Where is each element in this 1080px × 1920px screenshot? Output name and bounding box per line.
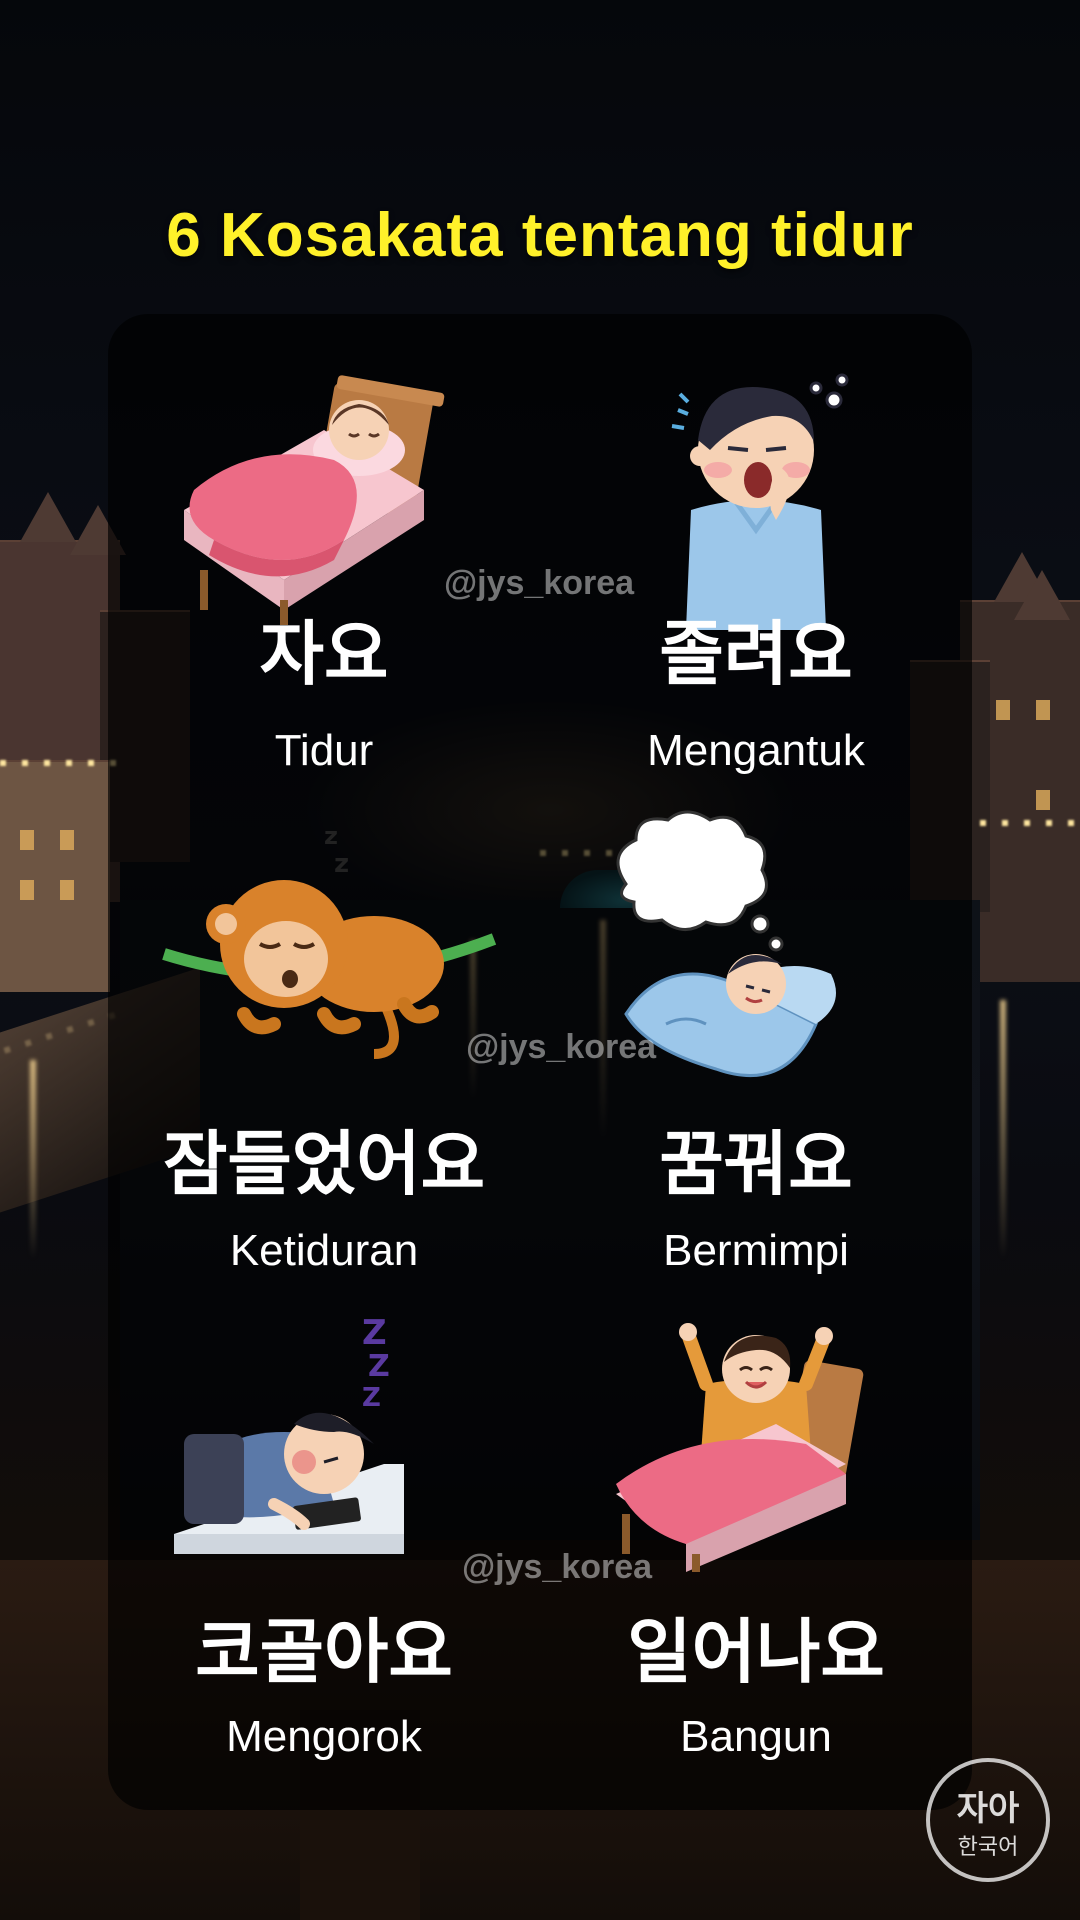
indonesian-meaning: Tidur: [274, 726, 374, 775]
korean-word: 자요: [259, 613, 389, 695]
korean-word: 꿈꿔요: [659, 1123, 853, 1205]
svg-text:z: z: [324, 822, 338, 850]
page-title: 6 Kosakata tentang tidur: [166, 201, 914, 270]
indonesian-meaning: Ketiduran: [229, 1226, 419, 1275]
svg-text:Z: Z: [362, 1313, 387, 1353]
indonesian-meaning: Bangun: [680, 1712, 832, 1761]
svg-text:한국어: 한국어: [958, 1835, 1019, 1860]
indonesian-meaning: Mengantuk: [647, 726, 865, 775]
korean-word: 잠들었어요: [163, 1123, 485, 1205]
korean-word: 코골아요: [195, 1611, 453, 1693]
brand-logo: 자아 한국어: [926, 1758, 1050, 1882]
watermark: @jys_korea: [466, 1028, 657, 1066]
svg-text:Z: Z: [362, 1383, 381, 1413]
svg-text:z: z: [334, 849, 349, 879]
svg-text:자아: 자아: [957, 1789, 1020, 1829]
korean-word: 일어나요: [627, 1611, 885, 1693]
korean-word: 졸려요: [659, 613, 853, 695]
watermark: @jys_korea: [462, 1548, 653, 1586]
waking-up-icon: [540, 1314, 972, 1574]
indonesian-meaning: Mengorok: [226, 1712, 422, 1761]
snoring-at-desk-icon: Z Z Z: [108, 1313, 540, 1574]
watermark: @jys_korea: [444, 564, 635, 602]
indonesian-meaning: Bermimpi: [663, 1226, 849, 1275]
svg-text:Z: Z: [368, 1349, 390, 1384]
